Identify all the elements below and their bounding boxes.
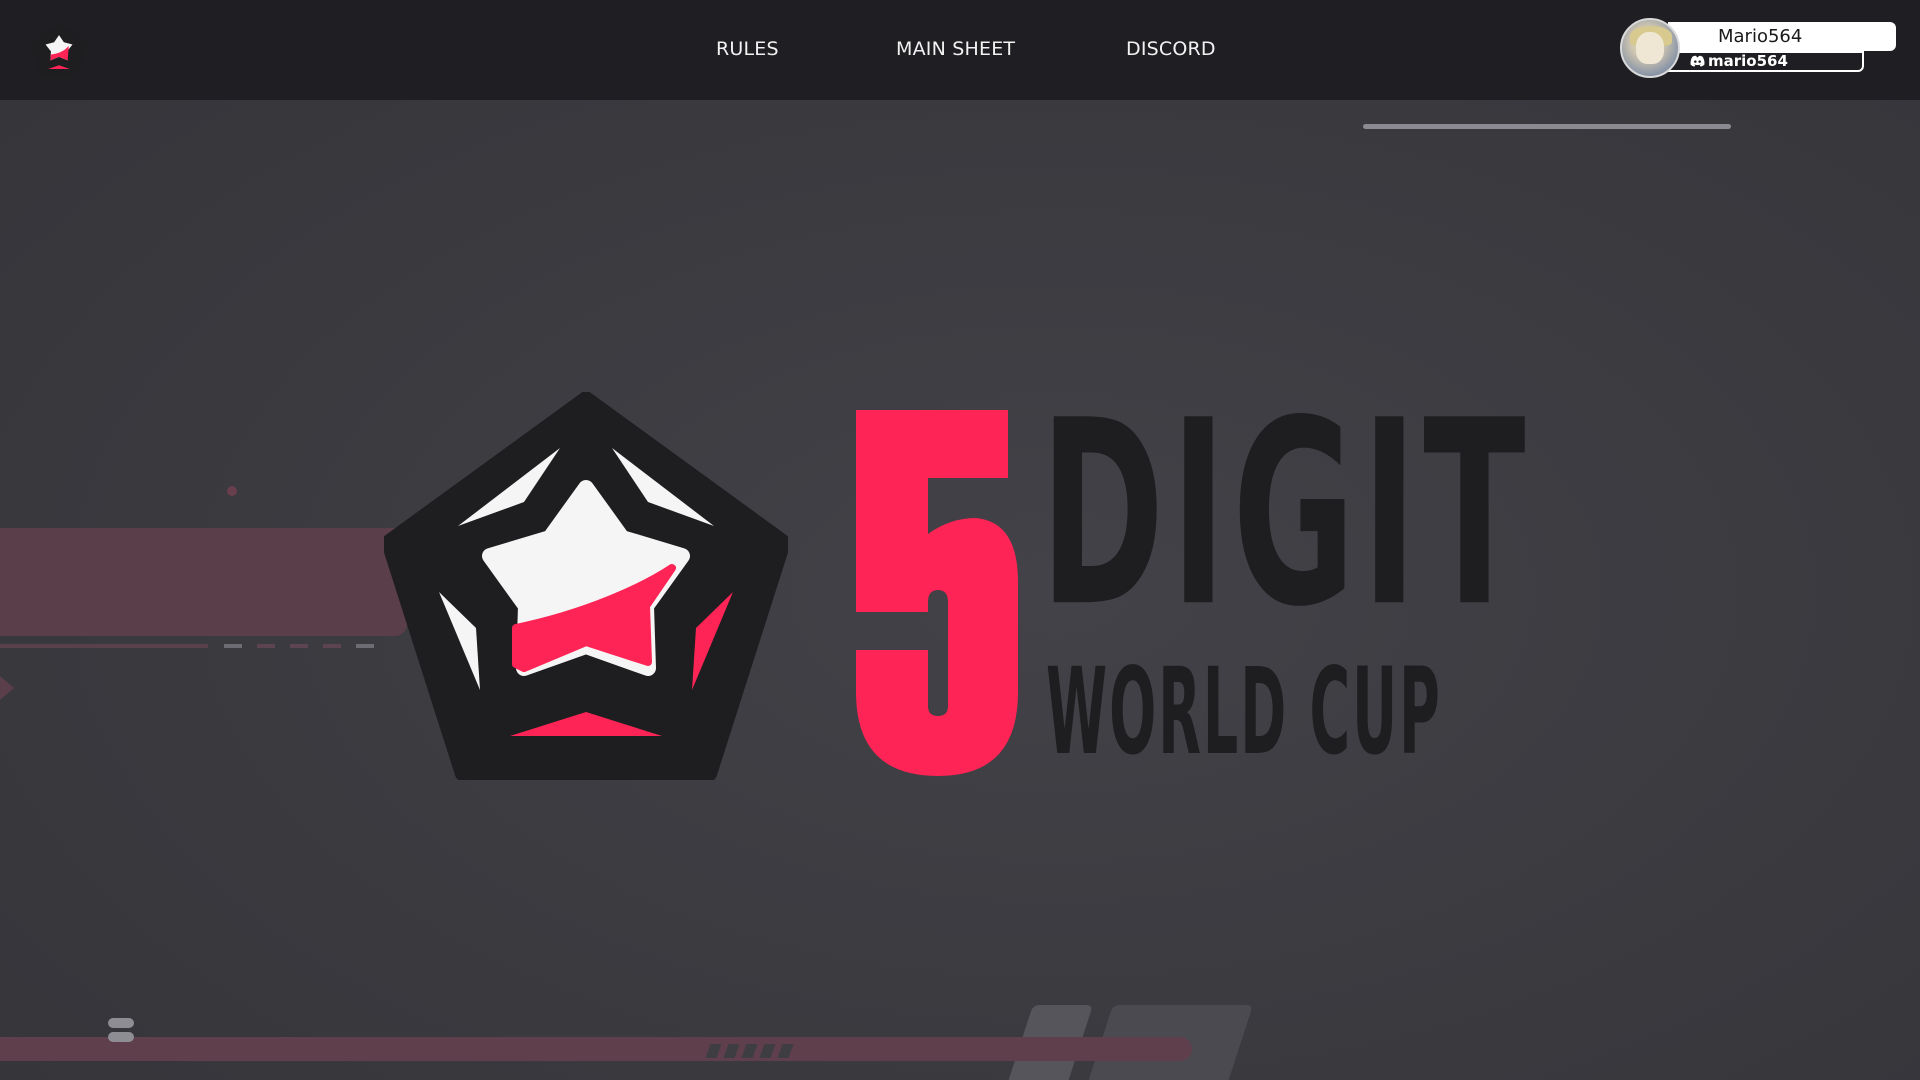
username-label: Mario564 (1668, 22, 1896, 51)
decorative-line (0, 644, 208, 648)
decorative-dash (257, 644, 275, 648)
decorative-dash (224, 644, 242, 648)
decorative-dot (227, 486, 237, 496)
avatar (1620, 18, 1680, 78)
decorative-dash (323, 644, 341, 648)
hero-title-world-cup: WORLD CUP (1046, 642, 1442, 782)
decorative-dash (290, 644, 308, 648)
decorative-pill (108, 1018, 134, 1028)
decorative-bar (0, 1037, 1192, 1061)
discord-icon (1690, 55, 1705, 67)
nav-link-main-sheet[interactable]: MAIN SHEET (896, 38, 1015, 60)
page: RULES MAIN SHEET DISCORD Mario564 mario5… (0, 0, 1920, 1080)
decorative-arrow (0, 676, 14, 700)
discord-tag: mario564 (1668, 51, 1864, 72)
decorative-line (1363, 124, 1731, 129)
tournament-emblem (384, 392, 788, 780)
top-navbar: RULES MAIN SHEET DISCORD Mario564 mario5… (0, 0, 1920, 100)
nav-link-rules[interactable]: RULES (716, 38, 779, 60)
avatar-face (1636, 32, 1664, 64)
hero-title-digit: DIGIT (1040, 367, 1532, 664)
nav-link-discord[interactable]: DISCORD (1126, 38, 1216, 60)
user-profile[interactable]: Mario564 mario564 (1620, 18, 1896, 82)
decorative-panel (0, 528, 407, 636)
decorative-pill (108, 1032, 134, 1042)
decorative-dash (356, 644, 374, 648)
hero-number-graphic (856, 410, 1018, 776)
discord-username: mario564 (1708, 52, 1788, 70)
